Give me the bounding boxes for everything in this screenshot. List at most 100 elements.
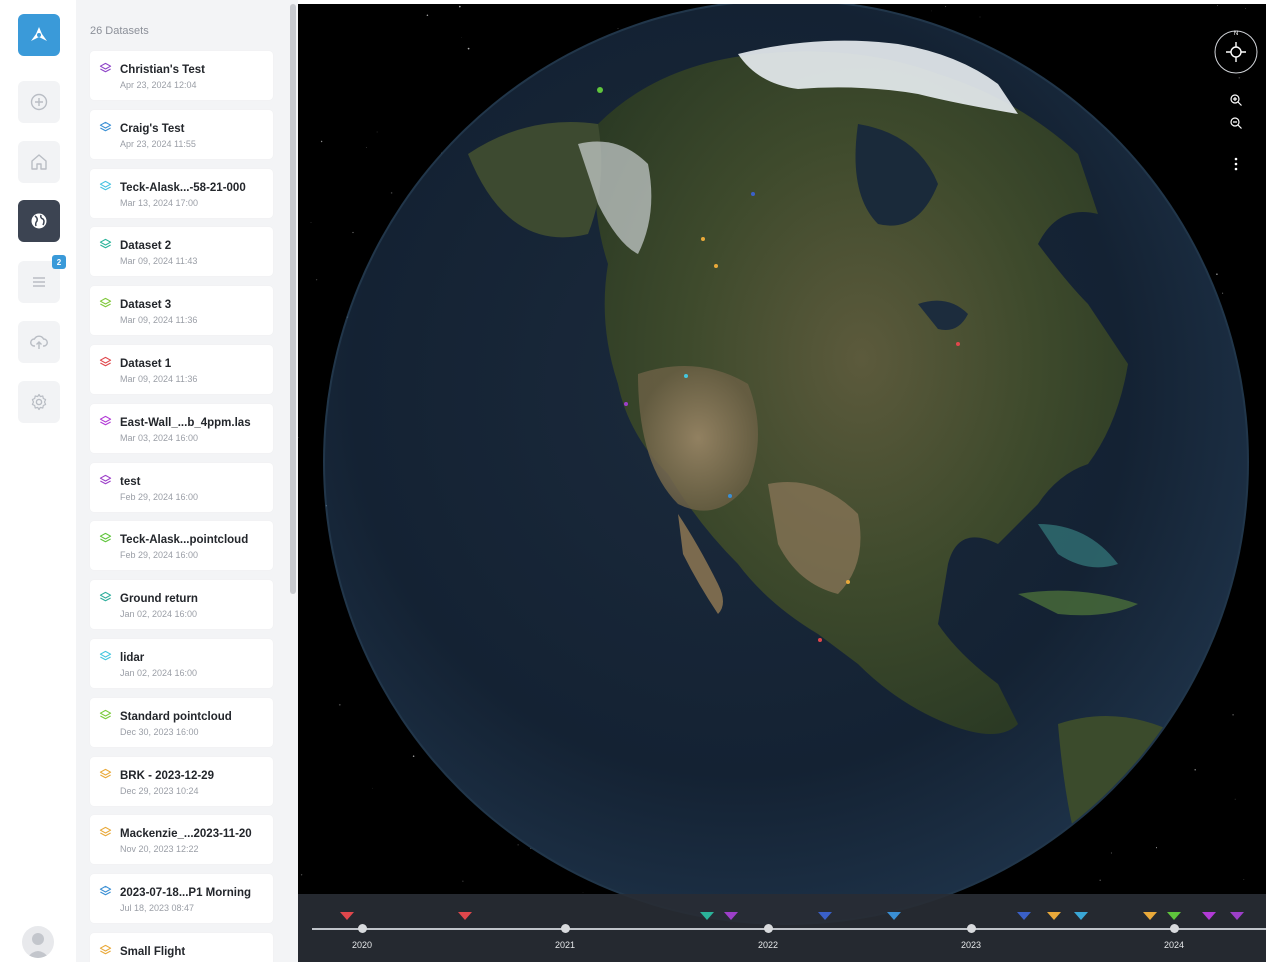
more-options-button[interactable] bbox=[1228, 155, 1244, 173]
dataset-card[interactable]: East-Wall_...b_4ppm.las Mar 03, 2024 16:0… bbox=[90, 403, 273, 453]
dataset-card[interactable]: Christian's Test Apr 23, 2024 12:04 bbox=[90, 51, 273, 100]
logo-button[interactable] bbox=[18, 14, 60, 56]
timeline-year-dot[interactable] bbox=[358, 924, 367, 933]
zoom-out-button[interactable] bbox=[1228, 115, 1244, 131]
compass-north-label: N bbox=[1233, 31, 1239, 37]
layers-icon bbox=[99, 239, 112, 249]
home-button[interactable] bbox=[18, 141, 60, 183]
dataset-name: Dataset 3 bbox=[120, 299, 172, 312]
layers-icon bbox=[99, 356, 112, 367]
list-button[interactable]: 2 bbox=[18, 255, 66, 303]
dataset-name: Teck-Alask...-58-21-000 bbox=[120, 181, 246, 194]
layers-icon bbox=[99, 592, 112, 602]
layers-icon bbox=[99, 827, 112, 837]
layers-icon bbox=[99, 62, 112, 73]
layers-icon bbox=[99, 768, 112, 778]
timeline-track[interactable] bbox=[312, 928, 1266, 930]
timeline-marker[interactable] bbox=[818, 912, 832, 920]
upload-button[interactable] bbox=[18, 321, 60, 363]
layers-icon bbox=[99, 709, 112, 720]
dataset-date: Mar 09, 2024 11:43 bbox=[120, 256, 198, 267]
list-icon bbox=[33, 277, 45, 287]
upload-icon bbox=[30, 335, 48, 349]
zoom-in-button[interactable] bbox=[1228, 92, 1244, 108]
dataset-date: Feb 29, 2024 16:00 bbox=[120, 550, 199, 561]
layers-icon bbox=[99, 415, 112, 426]
user-icon bbox=[27, 933, 49, 958]
dataset-card[interactable]: test Feb 29, 2024 16:00 bbox=[90, 462, 273, 512]
globe-canvas[interactable] bbox=[298, 4, 1266, 962]
dataset-name: Dataset 1 bbox=[120, 358, 172, 370]
dataset-date: Mar 09, 2024 11:36 bbox=[120, 315, 198, 326]
dataset-card[interactable]: Mackenzie_...2023-11-20 Nov 20, 2023 12:2… bbox=[90, 815, 273, 865]
dataset-name: Standard pointcloud bbox=[120, 710, 232, 723]
dataset-card[interactable]: lidar Jan 02, 2024 16:00 bbox=[90, 639, 273, 688]
more-vertical-icon bbox=[1234, 157, 1238, 171]
dataset-card[interactable]: Ground return Jan 02, 2024 16:00 bbox=[90, 580, 273, 630]
timeline-marker[interactable] bbox=[724, 912, 738, 920]
timeline-year-dot[interactable] bbox=[967, 924, 976, 933]
dataset-card[interactable]: Teck-Alask...-58-21-000 Mar 13, 2024 17:0… bbox=[90, 168, 273, 218]
add-button[interactable] bbox=[18, 81, 60, 123]
notification-badge: 2 bbox=[52, 255, 66, 269]
dataset-date: Dec 30, 2023 16:00 bbox=[120, 726, 199, 737]
zoom-out-icon bbox=[1230, 117, 1242, 129]
dataset-name: Christian's Test bbox=[120, 64, 205, 76]
layers-icon bbox=[99, 180, 112, 190]
timeline-marker[interactable] bbox=[1047, 912, 1061, 920]
timeline[interactable]: 2020 2021 2022 2023 2024 bbox=[298, 894, 1266, 962]
timeline-year-dot[interactable] bbox=[1170, 924, 1179, 933]
timeline-marker[interactable] bbox=[1143, 912, 1157, 920]
dataset-card[interactable]: Dataset 2 Mar 09, 2024 11:43 bbox=[90, 227, 273, 277]
timeline-year-label: 2020 bbox=[351, 940, 373, 950]
dataset-card[interactable]: Craig's Test Apr 23, 2024 11:55 bbox=[90, 109, 273, 159]
dataset-panel: 26 Datasets Christian's Test Apr 23, 2024… bbox=[76, 0, 298, 962]
timeline-marker[interactable] bbox=[700, 912, 714, 920]
dataset-card[interactable]: Small Flight bbox=[90, 933, 273, 962]
timeline-year-dot[interactable] bbox=[764, 924, 773, 933]
dataset-card[interactable]: Teck-Alask...pointcloud Feb 29, 2024 16:0… bbox=[90, 521, 273, 571]
layers-icon bbox=[99, 121, 112, 132]
dataset-card[interactable]: 2023-07-18...P1 Morning Jul 18, 2023 08:4… bbox=[90, 874, 273, 924]
timeline-year-dot[interactable] bbox=[561, 924, 570, 933]
dataset-card[interactable]: Dataset 3 Mar 09, 2024 11:36 bbox=[90, 286, 273, 336]
layers-icon bbox=[99, 298, 112, 308]
dataset-card[interactable]: Standard pointcloud Dec 30, 2023 16:00 bbox=[90, 697, 273, 747]
globe-icon bbox=[31, 213, 47, 229]
dataset-name: Dataset 2 bbox=[120, 240, 172, 253]
settings-icon bbox=[31, 393, 47, 411]
timeline-marker[interactable] bbox=[1230, 912, 1244, 920]
logo-icon bbox=[31, 27, 47, 41]
dataset-name: BRK - 2023-12-29 bbox=[120, 769, 214, 782]
dataset-date: Apr 23, 2024 11:55 bbox=[120, 138, 196, 149]
dataset-date: Jan 02, 2024 16:00 bbox=[120, 668, 198, 678]
timeline-year-label: 2021 bbox=[554, 940, 576, 950]
globe-view[interactable]: N 2020 2021 2022 2023 2024 bbox=[298, 4, 1266, 962]
timeline-marker[interactable] bbox=[458, 912, 472, 920]
compass-button[interactable]: N bbox=[1214, 30, 1258, 74]
timeline-marker[interactable] bbox=[1202, 912, 1216, 920]
timeline-marker[interactable] bbox=[1167, 912, 1181, 920]
timeline-year-label: 2024 bbox=[1163, 940, 1185, 950]
settings-button[interactable] bbox=[18, 381, 60, 423]
timeline-marker[interactable] bbox=[1017, 912, 1031, 920]
dataset-count: 26 Datasets bbox=[90, 25, 149, 37]
dataset-name: 2023-07-18...P1 Morning bbox=[120, 887, 252, 900]
panel-scrollbar[interactable] bbox=[290, 4, 296, 594]
dataset-date: Dec 29, 2023 10:24 bbox=[120, 785, 199, 796]
globe-button[interactable] bbox=[18, 200, 60, 242]
timeline-marker[interactable] bbox=[887, 912, 901, 920]
timeline-marker[interactable] bbox=[340, 912, 354, 920]
user-avatar[interactable] bbox=[22, 926, 54, 958]
layers-icon bbox=[99, 474, 112, 484]
app-window: 2 26 Datasets Christian's Test Apr 23, 20… bbox=[0, 0, 1266, 962]
timeline-marker[interactable] bbox=[1074, 912, 1088, 920]
dataset-date: Jul 18, 2023 08:47 bbox=[120, 903, 195, 914]
dataset-date: Apr 23, 2024 12:04 bbox=[120, 80, 197, 90]
dataset-card[interactable]: Dataset 1 Mar 09, 2024 11:36 bbox=[90, 345, 273, 394]
dataset-card[interactable]: BRK - 2023-12-29 Dec 29, 2023 10:24 bbox=[90, 756, 273, 806]
dataset-name: lidar bbox=[120, 652, 145, 664]
dataset-name: test bbox=[120, 475, 141, 488]
layers-icon bbox=[99, 533, 112, 543]
icon-rail: 2 bbox=[0, 0, 76, 962]
